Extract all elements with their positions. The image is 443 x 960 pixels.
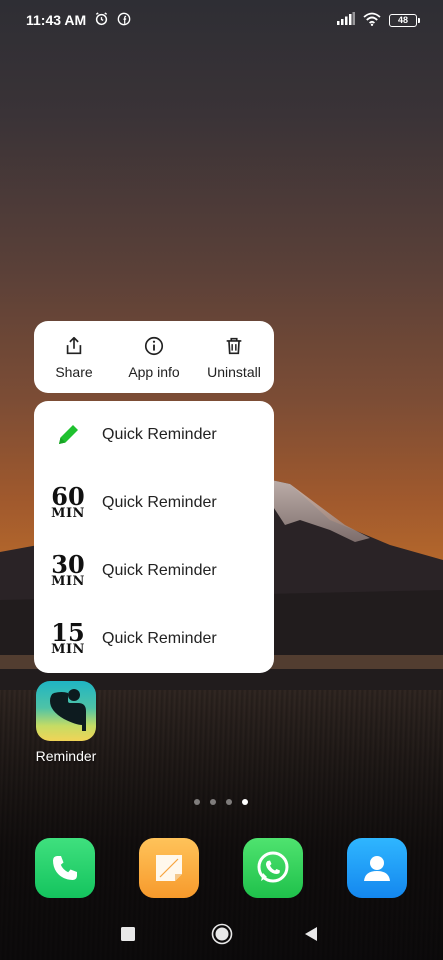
home-button[interactable] (211, 923, 233, 945)
uninstall-label: Uninstall (207, 363, 261, 380)
facebook-icon (117, 12, 131, 29)
info-icon (144, 336, 164, 355)
shortcuts-popup: Quick Reminder 60 MIN Quick Reminder 30 … (34, 401, 274, 673)
fifteen-min-icon: 15 MIN (34, 618, 102, 657)
icon-unit: MIN (51, 641, 85, 657)
reminder-app-icon[interactable] (36, 681, 96, 741)
alarm-icon (94, 11, 109, 29)
page-dot[interactable] (210, 799, 216, 805)
page-dot[interactable] (226, 799, 232, 805)
page-dot[interactable] (194, 799, 200, 805)
icon-unit: MIN (51, 573, 85, 589)
shortcut-15-min-reminder[interactable]: 15 MIN Quick Reminder (34, 605, 274, 673)
shortcut-label: Quick Reminder (102, 562, 217, 579)
shortcut-60-min-reminder[interactable]: 60 MIN Quick Reminder (34, 469, 274, 537)
thirty-min-icon: 30 MIN (34, 550, 102, 589)
recents-icon (121, 927, 135, 941)
app-label: Reminder (35, 748, 97, 764)
icon-number: 15 (51, 618, 85, 648)
contacts-icon[interactable] (347, 838, 407, 898)
page-indicator (194, 799, 248, 805)
phone-icon[interactable] (35, 838, 95, 898)
app-info-label: App info (128, 363, 180, 380)
back-button[interactable] (304, 926, 318, 942)
home-icon (211, 923, 233, 945)
pencil-icon (34, 420, 102, 450)
signal-icon (337, 12, 355, 28)
app-info-button[interactable]: App info (116, 335, 192, 380)
share-icon (66, 336, 82, 354)
status-time: 11:43 AM (26, 12, 87, 28)
back-icon (305, 927, 317, 941)
navigation-bar (0, 912, 443, 956)
trash-icon (226, 337, 242, 354)
wifi-icon (363, 12, 381, 29)
shortcut-label: Quick Reminder (102, 494, 217, 511)
status-bar: 11:43 AM 48 (0, 0, 443, 40)
uninstall-button[interactable]: Uninstall (196, 335, 272, 380)
icon-number: 30 (51, 550, 85, 580)
notes-icon[interactable] (139, 838, 199, 898)
app-actions-popup: Share App info Uninstall (34, 321, 274, 393)
reminder-app[interactable]: Reminder (35, 681, 97, 764)
page-dot-active[interactable] (242, 799, 248, 805)
share-button[interactable]: Share (36, 335, 112, 380)
recents-button[interactable] (121, 927, 135, 941)
whatsapp-icon[interactable] (243, 838, 303, 898)
shortcut-label: Quick Reminder (102, 630, 217, 647)
share-label: Share (55, 363, 93, 380)
icon-number: 60 (51, 482, 85, 512)
icon-unit: MIN (51, 505, 85, 521)
battery-icon: 48 (389, 13, 420, 27)
shortcut-label: Quick Reminder (102, 426, 217, 443)
dock (0, 838, 443, 900)
sixty-min-icon: 60 MIN (34, 482, 102, 521)
shortcut-30-min-reminder[interactable]: 30 MIN Quick Reminder (34, 537, 274, 605)
shortcut-quick-reminder[interactable]: Quick Reminder (34, 401, 274, 469)
